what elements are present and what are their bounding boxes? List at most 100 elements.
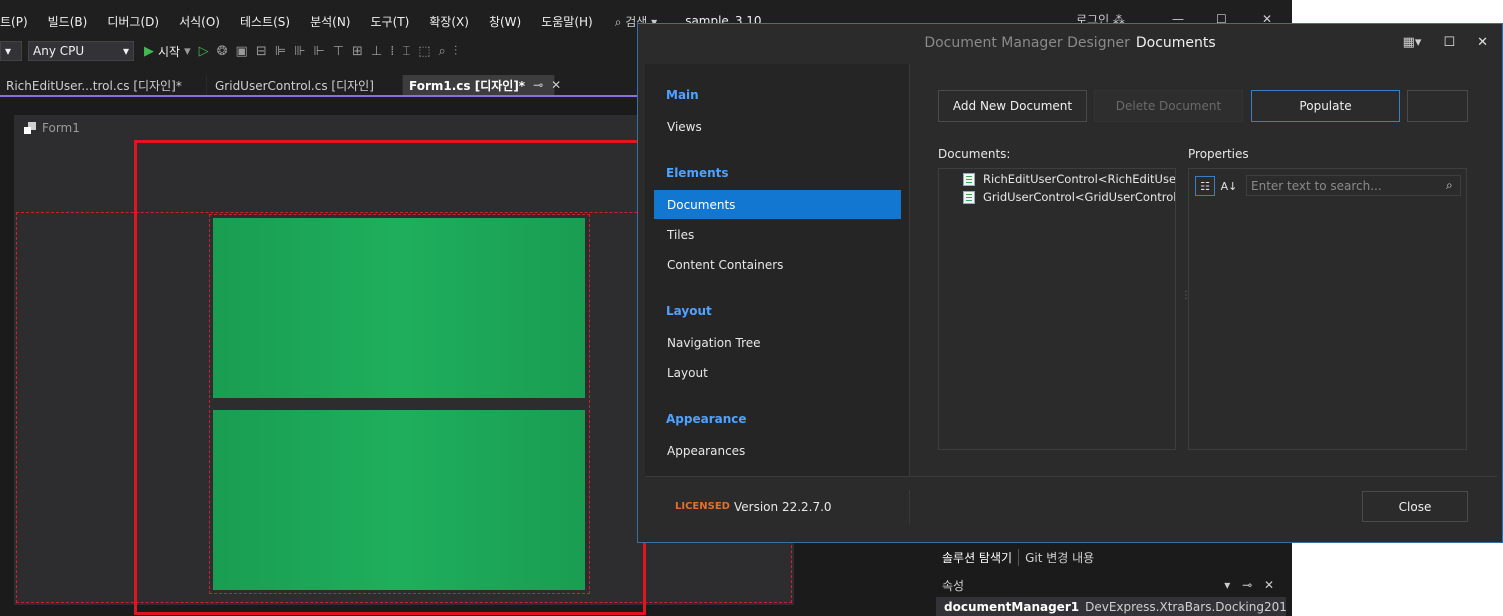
config-dropdown[interactable]: ▾ xyxy=(0,41,22,61)
menu-item-extensions[interactable]: 확장(X) xyxy=(419,13,479,30)
menu-item-tests[interactable]: 테스트(S) xyxy=(230,13,300,30)
document-name: GridUserControl<GridUserControl> xyxy=(983,190,1176,204)
nav-item-label: Tiles xyxy=(667,227,695,242)
nav-item-label: Layout xyxy=(667,365,708,380)
platform-value: Any CPU xyxy=(33,44,85,58)
delete-document-button[interactable]: Delete Document xyxy=(1094,90,1243,122)
nav-header-layout: Layout xyxy=(666,304,712,318)
start-button-label[interactable]: 시작 xyxy=(158,43,180,60)
tab-grid-design[interactable]: GridUserControl.cs [디자인] xyxy=(207,75,403,95)
licensed-badge: LICENSED xyxy=(675,501,730,512)
align-middle-icon[interactable]: ⊞ xyxy=(352,44,363,59)
tab-label: Form1.cs [디자인]* xyxy=(409,78,526,93)
size-to-grid-icon[interactable]: ⬚ xyxy=(418,44,430,59)
form1-title: Form1 xyxy=(42,121,80,135)
menu-item-analyze[interactable]: 분석(N) xyxy=(300,13,360,30)
start-play-icon[interactable]: ▶ xyxy=(144,44,154,59)
menu-item-tools[interactable]: 도구(T) xyxy=(360,13,419,30)
layout-icon[interactable]: ⊟ xyxy=(256,44,267,59)
object-type: DevExpress.XtraBars.Docking2010.Do xyxy=(1085,599,1286,614)
dialog-window-controls: ▦▾ ☐ ✕ xyxy=(1403,35,1488,50)
nav-item-label: Views xyxy=(667,119,702,134)
property-grid: ☷ A↓ ⌕ xyxy=(1188,168,1467,450)
menu-item-format[interactable]: 서식(O) xyxy=(169,13,230,30)
documents-label: Documents: xyxy=(938,147,1011,161)
tab-git-changes[interactable]: Git 변경 내용 xyxy=(1019,549,1100,566)
nav-item-appearances[interactable]: Appearances xyxy=(654,436,901,465)
populate-button[interactable]: Populate xyxy=(1251,90,1400,122)
chevron-down-icon[interactable]: ▾ xyxy=(184,44,191,59)
align-right-icon[interactable]: ⊩ xyxy=(313,44,324,59)
form-icon xyxy=(24,122,36,134)
folder-icon[interactable]: ▣ xyxy=(236,44,248,59)
nav-item-documents[interactable]: Documents xyxy=(654,190,901,219)
nav-item-views[interactable]: Views xyxy=(654,112,901,141)
nav-item-label: Documents xyxy=(667,197,736,212)
alphabetical-sort-icon[interactable]: A↓ xyxy=(1219,176,1239,196)
tab-solution-explorer[interactable]: 솔루션 탐색기 xyxy=(936,548,1020,566)
add-new-document-button[interactable]: Add New Document xyxy=(938,90,1087,122)
start-without-debug-icon[interactable]: ▷ xyxy=(199,44,209,59)
tab-richedit-design[interactable]: RichEditUser...trol.cs [디자인]* xyxy=(0,75,207,95)
menu-item-build[interactable]: 빌드(B) xyxy=(38,13,98,30)
document-name: RichEditUserControl<RichEditUserC xyxy=(983,172,1176,186)
nav-header-appearance: Appearance xyxy=(666,412,747,426)
nav-header-elements: Elements xyxy=(666,166,729,180)
tab-order-icon[interactable]: ⫶ xyxy=(454,44,457,59)
version-label: Version 22.2.7.0 xyxy=(734,500,832,514)
solution-explorer-tabs: 솔루션 탐색기 Git 변경 내용 xyxy=(936,546,1286,568)
dialog-titlebar: Document Manager Designer Documents xyxy=(638,24,1502,62)
platform-dropdown[interactable]: Any CPU ▾ xyxy=(28,41,134,61)
align-top-icon[interactable]: ⊤ xyxy=(333,44,344,59)
close-tab-icon[interactable]: ✕ xyxy=(551,78,561,92)
align-left-icon[interactable]: ⊫ xyxy=(275,44,286,59)
document-icon xyxy=(963,190,975,204)
align-bottom-icon[interactable]: ⊥ xyxy=(371,44,382,59)
overflow-button[interactable] xyxy=(1407,90,1468,122)
zoom-icon[interactable]: ⌕ xyxy=(439,44,446,59)
nav-item-content-containers[interactable]: Content Containers xyxy=(654,250,901,279)
properties-pane-header: 속성 ▾ ⊸ ✕ xyxy=(936,576,1286,594)
align-center-icon[interactable]: ⊪ xyxy=(294,44,305,59)
nav-item-layout[interactable]: Layout xyxy=(654,358,901,387)
same-size-icon[interactable]: ⌶ xyxy=(402,44,410,59)
menu-item-test[interactable]: 트(P) xyxy=(0,13,38,30)
chevron-down-icon: ▾ xyxy=(122,44,129,58)
categorized-view-icon[interactable]: ☷ xyxy=(1195,176,1215,196)
documents-list[interactable]: RichEditUserControl<RichEditUserC GridUs… xyxy=(938,168,1176,450)
maximize-icon[interactable]: ☐ xyxy=(1443,35,1455,50)
menu-item-help[interactable]: 도움말(H) xyxy=(531,13,603,30)
document-icon xyxy=(963,172,975,186)
properties-object-selector[interactable]: documentManager1 DevExpress.XtraBars.Doc… xyxy=(936,597,1286,616)
list-item[interactable]: RichEditUserControl<RichEditUserC xyxy=(963,170,1176,188)
object-name: documentManager1 xyxy=(944,599,1080,614)
document-tab-bar: RichEditUser...trol.cs [디자인]* GridUserCo… xyxy=(0,75,640,97)
close-button[interactable]: Close xyxy=(1362,491,1468,522)
tab-form1-design[interactable]: Form1.cs [디자인]* ⊸ ✕ xyxy=(403,75,561,95)
list-item[interactable]: GridUserControl<GridUserControl> xyxy=(963,188,1176,206)
nav-header-main: Main xyxy=(666,88,699,102)
dialog-title-prefix: Document Manager Designer xyxy=(924,35,1130,51)
footer-divider xyxy=(645,476,1497,477)
dialog-title-section: Documents xyxy=(1135,35,1216,51)
tab-label: RichEditUser...trol.cs [디자인]* xyxy=(6,78,182,93)
spacing-icon[interactable]: ⁞ xyxy=(390,44,394,59)
designer-navigation: Main Views Elements Documents Tiles Cont… xyxy=(645,64,910,476)
skin-grid-icon[interactable]: ▦▾ xyxy=(1403,35,1422,50)
close-icon[interactable]: ✕ xyxy=(1477,35,1488,50)
nav-item-navigation-tree[interactable]: Navigation Tree xyxy=(654,328,901,357)
pin-icon[interactable]: ⊸ xyxy=(533,78,543,92)
menu-item-debug[interactable]: 디버그(D) xyxy=(97,13,169,30)
nav-item-tiles[interactable]: Tiles xyxy=(654,220,901,249)
nav-item-label: Navigation Tree xyxy=(667,335,761,350)
property-search-input[interactable] xyxy=(1246,175,1461,196)
properties-title: 속성 xyxy=(942,578,965,593)
tab-label: GridUserControl.cs [디자인] xyxy=(215,78,374,93)
nav-item-label: Appearances xyxy=(667,443,746,458)
menu-item-window[interactable]: 창(W) xyxy=(479,13,531,30)
annotation-highlight-box xyxy=(134,140,646,615)
hot-reload-icon[interactable]: ❂ xyxy=(217,44,228,59)
document-manager-designer-dialog: Document Manager Designer Documents ▦▾ ☐… xyxy=(637,23,1503,543)
properties-label: Properties xyxy=(1188,147,1249,161)
pane-controls[interactable]: ▾ ⊸ ✕ xyxy=(1224,578,1286,592)
